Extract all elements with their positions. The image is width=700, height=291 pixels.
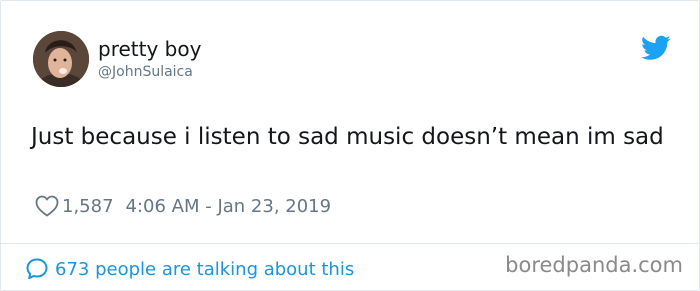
tweet-text: Just because i listen to sad music doesn… (31, 124, 664, 150)
author-handle[interactable]: @JohnSulaica (98, 64, 193, 80)
heart-icon[interactable] (35, 195, 59, 217)
author-display-name[interactable]: pretty boy (98, 37, 201, 61)
twitter-bird-icon[interactable] (641, 35, 671, 61)
tweet-card: pretty boy @JohnSulaica Just because i l… (0, 0, 700, 291)
like-count[interactable]: 1,587 (62, 196, 114, 217)
divider (1, 243, 699, 244)
speech-bubble-icon (26, 258, 48, 280)
avatar[interactable] (33, 31, 89, 87)
tweet-header: pretty boy @JohnSulaica (33, 31, 673, 89)
source-watermark: boredpanda.com (505, 253, 683, 277)
tweet-meta: 1,587 4:06 AM - Jan 23, 2019 (35, 193, 331, 219)
tweet-timestamp[interactable]: 4:06 AM - Jan 23, 2019 (126, 196, 332, 217)
avatar-photo (33, 31, 89, 87)
talking-about-link[interactable]: 673 people are talking about this (25, 255, 354, 283)
talking-about-text: 673 people are talking about this (55, 258, 355, 280)
